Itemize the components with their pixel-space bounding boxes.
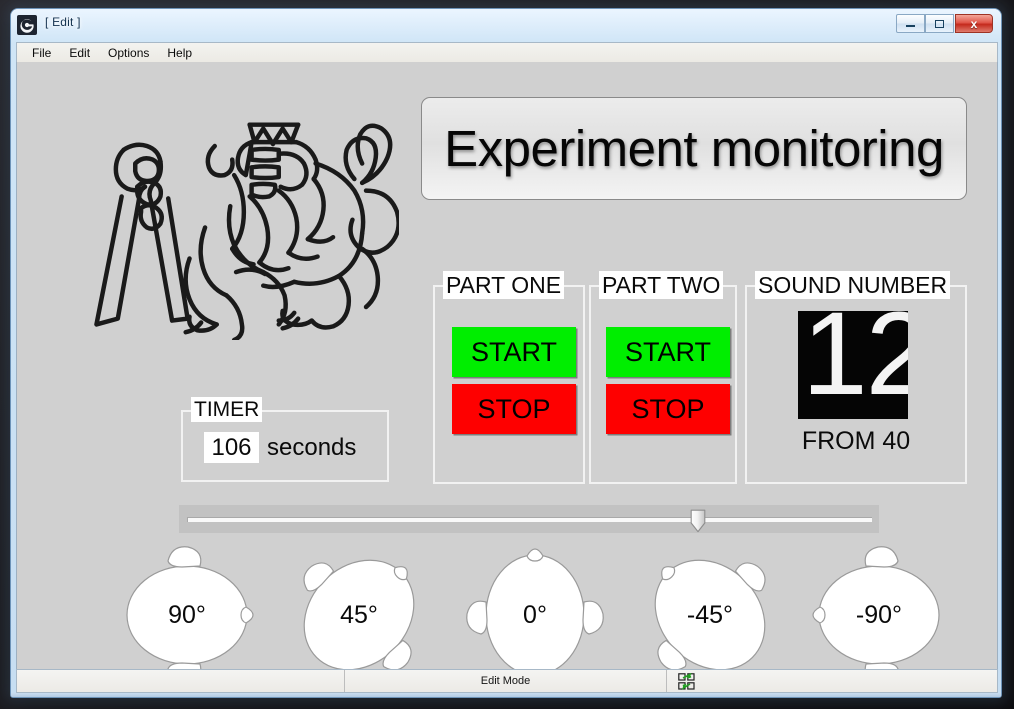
head-icon-0[interactable]: 0°	[451, 540, 619, 669]
group-label-timer: TIMER	[191, 397, 263, 422]
part-one-stop-button[interactable]: STOP	[452, 384, 576, 434]
close-icon: x	[970, 16, 978, 31]
sync-refresh-icon[interactable]	[667, 670, 705, 692]
menu-item-help[interactable]: Help	[158, 44, 201, 62]
status-bar: Edit Mode	[16, 669, 998, 693]
head-icon-90[interactable]: 90°	[103, 540, 271, 669]
head-orientation-row: 90° 45° 0° -45° -90°	[103, 540, 983, 669]
group-timer: TIMER 106 seconds	[181, 397, 389, 482]
group-sound-number: SOUND NUMBER 12 FROM 40	[745, 271, 967, 484]
menu-item-options[interactable]: Options	[99, 44, 158, 62]
page-title: Experiment monitoring	[444, 120, 944, 177]
group-part-two: PART TWO START STOP	[589, 271, 737, 484]
group-part-one: PART ONE START STOP	[433, 271, 585, 484]
menu-item-file[interactable]: File	[23, 44, 60, 62]
ctu-prague-lion-logo	[79, 82, 399, 340]
form-canvas: Experiment monitoring PART ONE START STO…	[16, 62, 998, 669]
window-bottom-edge	[11, 693, 1001, 697]
window-title: [ Edit ]	[45, 15, 81, 29]
title-bar[interactable]: [ Edit ] x	[11, 9, 1001, 41]
spiral-g-icon	[17, 15, 37, 35]
application-window: [ Edit ] x File Edit Options Help Experi…	[10, 8, 1002, 698]
sound-number-display: 12	[798, 311, 908, 419]
menu-bar: File Edit Options Help	[16, 42, 998, 62]
head-icon-minus45[interactable]: -45°	[626, 540, 794, 669]
part-one-start-button[interactable]: START	[452, 327, 576, 377]
timer-value: 106	[204, 432, 259, 463]
desktop-background: [ Edit ] x File Edit Options Help Experi…	[0, 0, 1014, 709]
status-mode-label: Edit Mode	[345, 670, 667, 692]
menu-item-edit[interactable]: Edit	[60, 44, 99, 62]
minimize-icon	[906, 24, 915, 27]
experiment-title-panel: Experiment monitoring	[421, 97, 967, 200]
part-two-stop-button[interactable]: STOP	[606, 384, 730, 434]
maximize-icon	[935, 19, 944, 28]
sound-number-value: 12	[802, 311, 908, 419]
part-two-start-button[interactable]: START	[606, 327, 730, 377]
position-slider[interactable]	[179, 505, 879, 533]
timer-unit-label: seconds	[267, 433, 357, 461]
group-label-part-one: PART ONE	[443, 271, 565, 299]
minimize-button[interactable]	[896, 14, 925, 33]
head-icon-45[interactable]: 45°	[275, 540, 443, 669]
status-cell-left	[17, 670, 345, 692]
slider-thumb[interactable]	[690, 509, 706, 533]
group-label-part-two: PART TWO	[599, 271, 724, 299]
sound-total-label: FROM 40	[801, 427, 911, 455]
head-icon-minus90[interactable]: -90°	[795, 540, 963, 669]
maximize-button[interactable]	[925, 14, 954, 33]
group-label-sound-number: SOUND NUMBER	[755, 271, 951, 299]
slider-groove	[187, 517, 872, 522]
close-button[interactable]: x	[955, 14, 993, 33]
